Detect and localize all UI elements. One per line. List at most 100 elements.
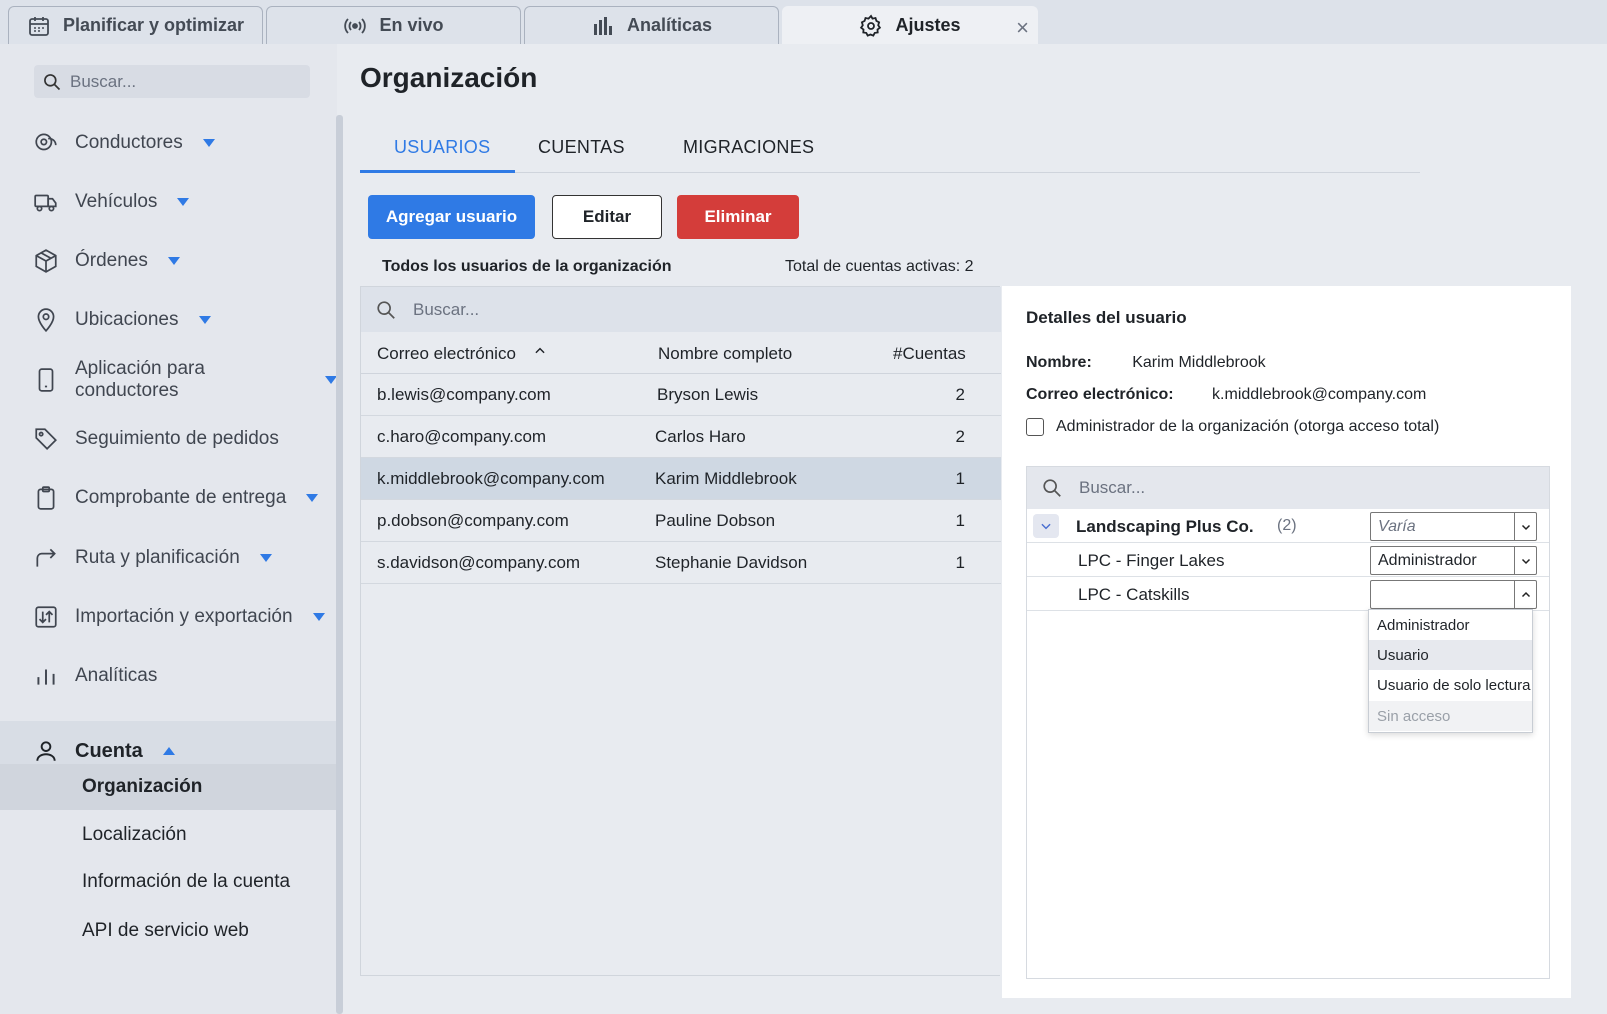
cell-email: p.dobson@company.com bbox=[377, 511, 569, 530]
dropdown-option-sin-acceso[interactable]: Sin acceso bbox=[1369, 701, 1532, 731]
sidebar-scrollbar[interactable] bbox=[336, 115, 343, 1014]
sidebar-item-comprobante[interactable]: Comprobante de entrega bbox=[33, 481, 319, 515]
tab-label: Planificar y optimizar bbox=[62, 15, 245, 35]
add-user-button[interactable]: Agregar usuario bbox=[368, 195, 535, 239]
caret-down-icon bbox=[198, 316, 211, 324]
header-accounts[interactable]: #Cuentas bbox=[893, 344, 966, 364]
table-search bbox=[361, 287, 1001, 332]
email-value: k.middlebrook@company.com bbox=[1212, 386, 1427, 403]
accounts-search-input[interactable] bbox=[1079, 478, 1479, 498]
sidebar-subitem-organizacion[interactable]: Organización bbox=[82, 776, 202, 798]
drivers-icon bbox=[35, 133, 57, 151]
import-export-icon bbox=[35, 606, 57, 628]
sidebar-item-cuenta[interactable]: Cuenta bbox=[33, 734, 175, 768]
tab-planificar[interactable]: Planificar y optimizar bbox=[8, 6, 263, 44]
package-icon bbox=[35, 249, 57, 273]
admin-checkbox[interactable] bbox=[1026, 418, 1044, 436]
sidebar-item-importacion[interactable]: Importación y exportación bbox=[33, 600, 325, 634]
search-icon bbox=[44, 73, 61, 90]
role-select-open[interactable] bbox=[1370, 580, 1537, 609]
sidebar-item-label: Comprobante de entrega bbox=[75, 487, 287, 508]
sidebar-item-analiticas[interactable]: Analíticas bbox=[33, 659, 157, 693]
caret-down-icon bbox=[202, 139, 215, 147]
sidebar-item-aplicacion[interactable]: Aplicación para conductores bbox=[33, 358, 337, 401]
account-row: LPC - Finger Lakes Administrador bbox=[1027, 543, 1549, 577]
table-row[interactable]: p.dobson@company.com Pauline Dobson 1 bbox=[361, 500, 1001, 542]
sidebar-subitem-api[interactable]: API de servicio web bbox=[82, 920, 249, 942]
users-list-label: Todos los usuarios de la organización bbox=[382, 258, 672, 275]
dropdown-option-administrador[interactable]: Administrador bbox=[1369, 610, 1532, 640]
analytics-icon bbox=[37, 669, 55, 685]
sidebar-item-label: Órdenes bbox=[75, 250, 148, 271]
cell-accounts: 2 bbox=[955, 385, 965, 404]
chevron-down-icon bbox=[1041, 523, 1051, 530]
role-select[interactable]: Administrador bbox=[1370, 546, 1537, 575]
account-group-row: Landscaping Plus Co. (2) Varía bbox=[1027, 509, 1549, 543]
top-tab-bar: Planificar y optimizar En vivo Analítica… bbox=[0, 0, 1607, 44]
location-pin-icon bbox=[37, 308, 55, 333]
phone-icon bbox=[38, 368, 54, 392]
sort-ascending-icon bbox=[535, 347, 545, 354]
table-row-selected[interactable]: k.middlebrook@company.com Karim Middlebr… bbox=[361, 458, 1001, 500]
tab-label: Ajustes bbox=[895, 15, 961, 35]
cell-email: b.lewis@company.com bbox=[377, 385, 551, 404]
caret-down-icon bbox=[259, 554, 272, 562]
edit-button[interactable]: Editar bbox=[552, 195, 662, 239]
role-dropdown-menu: Administrador Usuario Usuario de solo le… bbox=[1368, 609, 1533, 733]
tab-en-vivo[interactable]: En vivo bbox=[266, 6, 521, 44]
table-search-input[interactable] bbox=[413, 299, 913, 320]
cell-name: Carlos Haro bbox=[655, 427, 746, 446]
search-icon bbox=[1043, 479, 1061, 497]
chevron-up-icon bbox=[1514, 581, 1536, 608]
page-title: Organización bbox=[360, 62, 538, 93]
role-select-group[interactable]: Varía bbox=[1370, 512, 1537, 541]
caret-down-icon bbox=[306, 494, 319, 502]
email-label: Correo electrónico: bbox=[1026, 386, 1174, 403]
gear-icon bbox=[860, 14, 882, 37]
caret-down-icon bbox=[167, 257, 180, 265]
sidebar: Conductores Vehículos Órdenes Ubicacione… bbox=[0, 44, 337, 1014]
sidebar-subitem-localizacion[interactable]: Localización bbox=[82, 824, 187, 846]
sidebar-item-vehiculos[interactable]: Vehículos bbox=[33, 185, 190, 219]
sidebar-search-input[interactable] bbox=[70, 71, 290, 92]
admin-checkbox-row[interactable]: Administrador de la organización (otorga… bbox=[1026, 418, 1439, 436]
subtab-cuentas[interactable]: CUENTAS bbox=[538, 137, 625, 158]
chevron-down-icon bbox=[1514, 547, 1536, 574]
header-email[interactable]: Correo electrónico bbox=[377, 344, 547, 364]
dropdown-option-usuario[interactable]: Usuario bbox=[1369, 640, 1532, 670]
sidebar-search bbox=[34, 65, 310, 98]
tab-analiticas[interactable]: Analíticas bbox=[524, 6, 779, 44]
sidebar-item-seguimiento[interactable]: Seguimiento de pedidos bbox=[33, 422, 279, 456]
account-group-count: (2) bbox=[1277, 517, 1297, 534]
sidebar-item-ruta[interactable]: Ruta y planificación bbox=[33, 541, 272, 575]
subtabs: USUARIOS CUENTAS MIGRACIONES bbox=[360, 127, 1420, 173]
sidebar-subitem-info-cuenta[interactable]: Información de la cuenta bbox=[82, 871, 290, 893]
name-value: Karim Middlebrook bbox=[1132, 354, 1266, 371]
table-header: Correo electrónico Nombre completo #Cuen… bbox=[361, 332, 1001, 374]
tab-ajustes[interactable]: Ajustes × bbox=[782, 6, 1038, 44]
table-row[interactable]: b.lewis@company.com Bryson Lewis 2 bbox=[361, 374, 1001, 416]
bar-chart-icon bbox=[593, 16, 612, 35]
broadcast-icon bbox=[344, 17, 367, 34]
truck-icon bbox=[34, 194, 57, 212]
cell-name: Stephanie Davidson bbox=[655, 553, 808, 572]
delete-button[interactable]: Eliminar bbox=[677, 195, 799, 239]
table-row[interactable]: s.davidson@company.com Stephanie Davidso… bbox=[361, 542, 1001, 584]
header-label: Correo electrónico bbox=[377, 344, 516, 363]
sidebar-item-ordenes[interactable]: Órdenes bbox=[33, 244, 180, 278]
table-row[interactable]: c.haro@company.com Carlos Haro 2 bbox=[361, 416, 1001, 458]
subtab-migraciones[interactable]: MIGRACIONES bbox=[683, 137, 814, 158]
account-group-name: Landscaping Plus Co. bbox=[1076, 517, 1254, 536]
dropdown-option-solo-lectura[interactable]: Usuario de solo lectura bbox=[1369, 670, 1532, 700]
close-tab-icon[interactable]: × bbox=[1016, 15, 1029, 41]
subtab-usuarios[interactable]: USUARIOS bbox=[394, 137, 490, 158]
sidebar-item-ubicaciones[interactable]: Ubicaciones bbox=[33, 303, 211, 337]
admin-checkbox-label: Administrador de la organización (otorga… bbox=[1056, 418, 1440, 435]
header-name[interactable]: Nombre completo bbox=[658, 344, 792, 364]
cell-name: Bryson Lewis bbox=[657, 385, 759, 404]
sidebar-item-conductores[interactable]: Conductores bbox=[33, 126, 215, 160]
collapse-toggle[interactable] bbox=[1033, 514, 1059, 538]
cell-email: k.middlebrook@company.com bbox=[377, 469, 605, 488]
cell-accounts: 1 bbox=[955, 469, 965, 488]
role-select-value: Administrador bbox=[1378, 551, 1477, 569]
